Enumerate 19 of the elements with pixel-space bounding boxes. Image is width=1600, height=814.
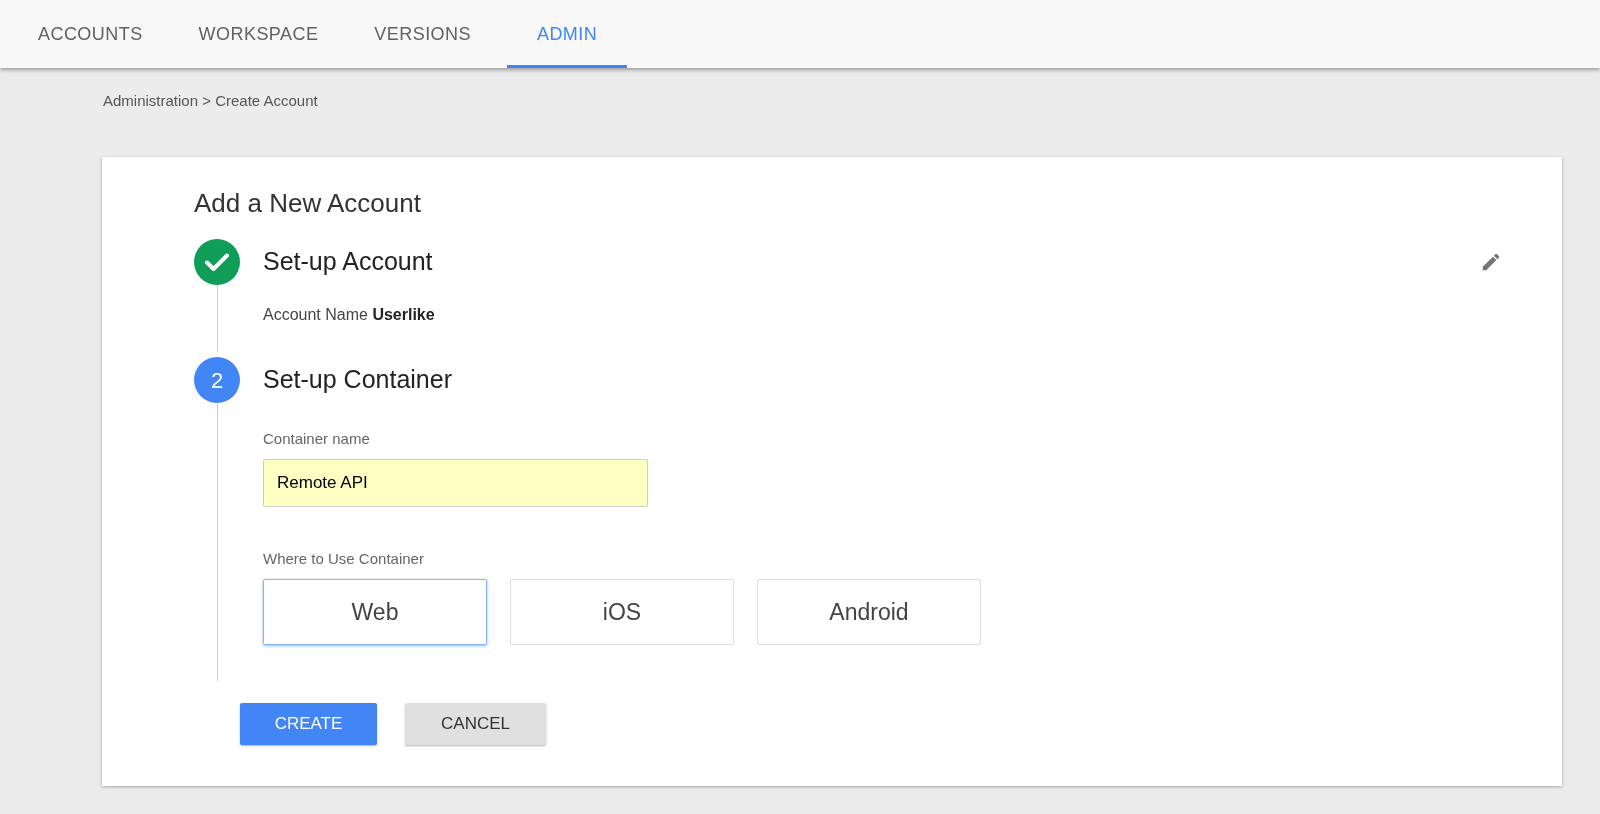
check-circle-icon (194, 239, 240, 285)
pencil-icon[interactable] (1480, 251, 1502, 273)
nav-tab[interactable]: VERSIONS (354, 0, 491, 68)
create-button[interactable]: CREATE (240, 703, 377, 745)
platform-option[interactable]: iOS (510, 579, 734, 645)
form-title: Add a New Account (194, 187, 422, 219)
platform-option[interactable]: Web (263, 579, 487, 645)
step-title: Set-up Account (263, 246, 433, 278)
nav-tab[interactable]: WORKSPACE (178, 0, 339, 68)
breadcrumb: Administration > Create Account (103, 92, 318, 109)
nav-tab[interactable]: ACCOUNTS (18, 0, 163, 68)
field-label: Where to Use Container (263, 550, 424, 567)
cancel-button[interactable]: CANCEL (405, 703, 546, 745)
container-name-field[interactable]: Remote API (263, 459, 648, 507)
account-name-summary: Account Name Userlike (263, 306, 435, 323)
platform-option[interactable]: Android (757, 579, 981, 645)
field-label: Container name (263, 430, 370, 447)
step-number: 2 (194, 357, 240, 403)
step-title: Set-up Container (263, 364, 452, 396)
